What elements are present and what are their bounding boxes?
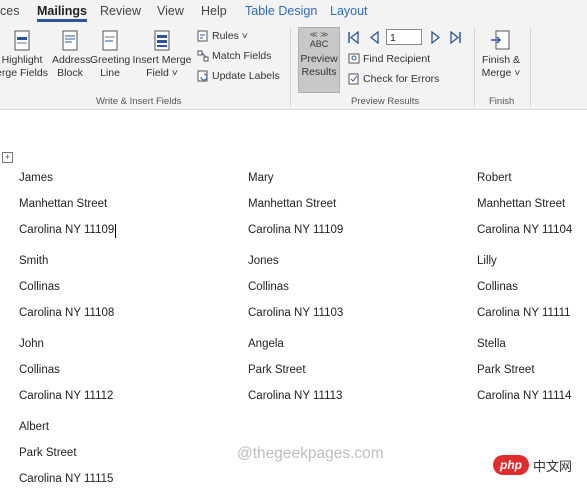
tab-review[interactable]: Review — [100, 4, 141, 18]
finish-merge-icon — [491, 30, 510, 50]
update-labels-icon — [197, 70, 208, 82]
label-street: Collinas — [477, 281, 518, 293]
address-label-2: Block — [57, 67, 83, 79]
preview-label-2: Results — [301, 66, 337, 78]
ribbon-separator — [530, 28, 531, 106]
label-name: Lilly — [477, 255, 497, 267]
text-cursor — [115, 224, 116, 238]
label-street: Manhettan Street — [248, 198, 337, 210]
group-label-write-insert: Write & Insert Fields — [96, 96, 182, 107]
label-name: Angela — [248, 338, 284, 350]
label-city: Carolina NY 11109 — [248, 224, 344, 236]
label-city: Carolina NY 11113 — [248, 390, 343, 402]
group-label-finish: Finish — [489, 96, 515, 107]
first-record-icon[interactable] — [347, 31, 360, 44]
greeting-label-1: Greeting — [90, 54, 131, 66]
ribbon: Highlight erge Fields Address Block Gree… — [0, 24, 587, 110]
update-labels-label: Update Labels — [212, 70, 280, 82]
site-watermark: @thegeekpages.com — [237, 445, 384, 462]
ribbon-tab-bar: ces Mailings Review View Help Table Desi… — [0, 0, 587, 24]
highlight-label-2: erge Fields — [0, 67, 48, 79]
label-name: Jones — [248, 255, 279, 267]
insert-merge-label-1: Insert Merge — [132, 54, 192, 66]
label-city: Carolina NY 11112 — [19, 390, 114, 402]
label-street: Collinas — [19, 281, 60, 293]
greeting-label-2: Line — [100, 67, 120, 79]
label-city: Carolina NY 11104 — [477, 224, 573, 236]
finish-label-1: Finish & — [482, 54, 520, 66]
preview-label-1: Preview — [300, 53, 338, 65]
php-logo-badge: php — [493, 455, 529, 475]
ribbon-separator — [474, 28, 475, 106]
address-label-1: Address — [52, 54, 91, 66]
preview-abc-icon: ABC — [309, 39, 329, 49]
label-city: Carolina NY 11109 — [19, 224, 115, 236]
rules-label: Rules ˅ — [212, 30, 248, 42]
tab-help[interactable]: Help — [201, 4, 227, 18]
address-block-button[interactable]: Address Block — [52, 30, 91, 80]
label-name: Albert — [19, 421, 50, 433]
label-city: Carolina NY 11115 — [19, 473, 114, 485]
label-street: Park Street — [19, 447, 77, 459]
match-fields-button[interactable]: Match Fields — [197, 50, 272, 62]
insert-merge-field-icon — [154, 30, 170, 51]
highlight-fields-icon — [14, 30, 30, 51]
match-fields-label: Match Fields — [212, 50, 272, 62]
tab-table-design[interactable]: Table Design — [245, 4, 317, 18]
label-street: Park Street — [477, 364, 535, 376]
table-move-handle-icon[interactable]: + — [2, 152, 13, 163]
tab-view[interactable]: View — [157, 4, 184, 18]
label-city: Carolina NY 11111 — [477, 307, 571, 319]
insert-merge-field-button[interactable]: Insert Merge Field ˅ — [132, 30, 192, 80]
address-block-icon — [62, 30, 78, 51]
label-street: Manhettan Street — [477, 198, 566, 210]
label-name: Stella — [477, 338, 506, 350]
previous-record-icon[interactable] — [368, 31, 381, 44]
rules-button[interactable]: Rules ˅ — [197, 30, 248, 42]
label-name: Robert — [477, 172, 512, 184]
label-street: Park Street — [248, 364, 306, 376]
preview-results-button[interactable]: ≪ ≫ ABC Preview Results — [298, 27, 340, 93]
rules-icon — [197, 30, 208, 42]
ribbon-separator — [290, 28, 291, 106]
record-number-input[interactable]: 1 — [386, 29, 422, 45]
update-labels-button[interactable]: Update Labels — [197, 70, 280, 82]
preview-arrows-icon: ≪ ≫ — [309, 30, 329, 39]
greeting-line-button[interactable]: Greeting Line — [90, 30, 130, 80]
tab-mailings[interactable]: Mailings — [37, 4, 88, 22]
tab-references[interactable]: ces — [0, 4, 19, 18]
find-recipient-icon — [348, 53, 360, 64]
highlight-label-1: Highlight — [1, 54, 43, 66]
tab-layout[interactable]: Layout — [330, 4, 368, 18]
find-recipient-button[interactable]: Find Recipient — [348, 53, 430, 65]
finish-label-2: Merge ˅ — [481, 67, 521, 79]
next-record-icon[interactable] — [429, 31, 442, 44]
finish-merge-button[interactable]: Finish & Merge ˅ — [479, 30, 523, 80]
check-errors-icon — [348, 73, 359, 85]
group-label-preview-results: Preview Results — [351, 96, 420, 107]
greeting-line-icon — [102, 30, 118, 51]
check-errors-label: Check for Errors — [363, 73, 440, 85]
check-errors-button[interactable]: Check for Errors — [348, 73, 439, 85]
label-name: Smith — [19, 255, 49, 267]
label-city: Carolina NY 11103 — [248, 307, 344, 319]
label-street: Manhettan Street — [19, 198, 108, 210]
last-record-icon[interactable] — [449, 31, 462, 44]
highlight-merge-fields-button[interactable]: Highlight erge Fields — [0, 30, 48, 80]
label-street: Collinas — [248, 281, 289, 293]
label-city: Carolina NY 11108 — [19, 307, 115, 319]
label-name: John — [19, 338, 44, 350]
label-name: James — [19, 172, 53, 184]
match-fields-icon — [197, 50, 209, 62]
find-recipient-label: Find Recipient — [363, 53, 431, 65]
label-street: Collinas — [19, 364, 60, 376]
label-city: Carolina NY 11114 — [477, 390, 572, 402]
label-name: Mary — [248, 172, 274, 184]
insert-merge-label-2: Field ˅ — [146, 67, 178, 79]
php-site-label: 中文网 — [533, 459, 573, 474]
